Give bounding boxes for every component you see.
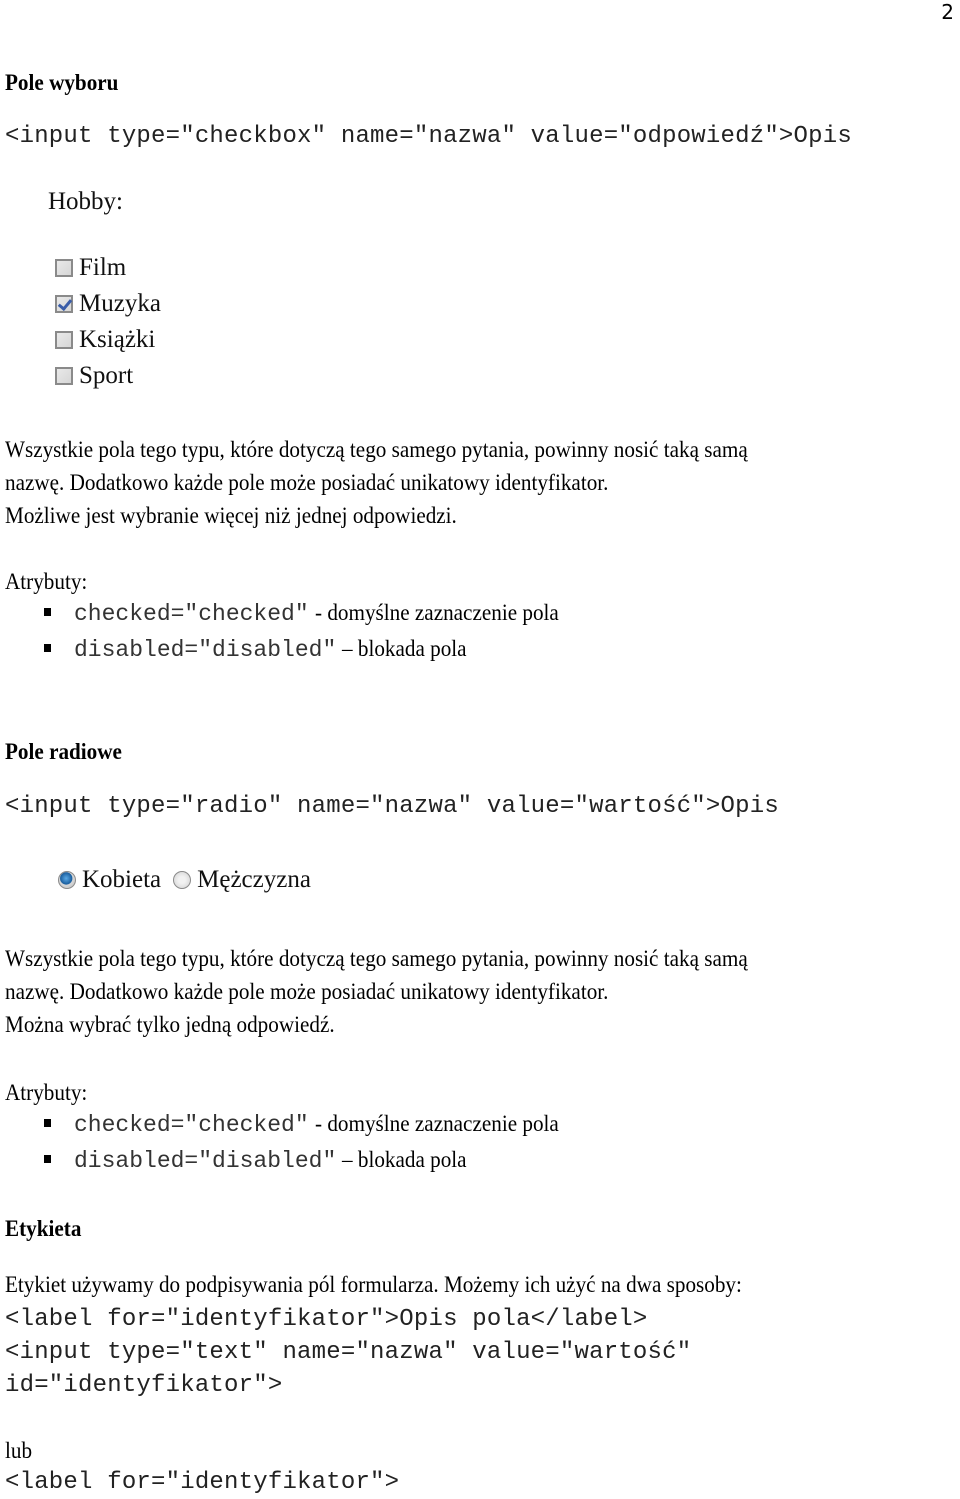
attribute-description: – blokada pola (342, 636, 467, 661)
or-text: lub (5, 1438, 33, 1463)
checkbox-item-cut-off (55, 394, 295, 400)
section-heading-label: Etykieta (5, 1216, 82, 1241)
code-line: id="identyfikator"> (5, 1372, 283, 1399)
checkbox-unchecked-icon[interactable] (55, 367, 73, 385)
attribute-code: disabled="disabled" (74, 1148, 337, 1174)
attribute-code: disabled="disabled" (74, 637, 337, 663)
attribute-description: – blokada pola (342, 1147, 467, 1172)
bullet-square-icon (44, 608, 51, 616)
code-line: <input type="text" name="nazwa" value="w… (5, 1339, 692, 1366)
paragraph-line: Można wybrać tylko jedną odpowiedź. (5, 1012, 335, 1037)
radio-unselected-icon[interactable] (173, 871, 192, 889)
label-code-block: <label for="identyfikator">Opis pola</la… (5, 1303, 691, 1402)
radio-label-mezczyzna[interactable]: Mężczyzna (197, 866, 311, 894)
paragraph-line: nazwę. Dodatkowo każde pole może posiada… (5, 470, 609, 495)
section-heading-radio: Pole radiowe (5, 739, 122, 764)
paragraph-line: Wszystkie pola tego typu, które dotyczą … (5, 946, 748, 971)
checkbox-checked-icon[interactable] (55, 295, 73, 313)
paragraph-line: nazwę. Dodatkowo każde pole może posiada… (5, 979, 609, 1004)
paragraph-line: Wszystkie pola tego typu, które dotyczą … (5, 437, 748, 462)
attributes-label: Atrybuty: (5, 1080, 88, 1105)
page-number: 2 (941, 0, 954, 24)
radio-description: Wszystkie pola tego typu, które dotyczą … (5, 942, 748, 1041)
attribute-item: disabled="disabled" – blokada pola (0, 1147, 580, 1183)
checkbox-label: Sport (79, 362, 134, 389)
radio-attributes-list: checked="checked" - domyślne zaznaczenie… (0, 1111, 580, 1183)
attribute-code: checked="checked" (74, 1112, 309, 1138)
attribute-code: checked="checked" (74, 601, 309, 627)
section-heading-checkbox: Pole wyboru (5, 70, 119, 95)
attribute-description: - domyślne zaznaczenie pola (314, 1111, 559, 1136)
checkbox-unchecked-icon[interactable] (55, 331, 73, 349)
bullet-square-icon (44, 1119, 51, 1127)
radio-selected-icon[interactable] (58, 871, 76, 889)
checkbox-item-sport[interactable]: Sport (55, 358, 295, 394)
checkbox-attributes-list: checked="checked" - domyślne zaznaczenie… (0, 600, 580, 672)
checkbox-item-muzyka[interactable]: Muzyka (55, 286, 295, 322)
hobby-checkbox-list: Film Muzyka Książki Sport (55, 250, 295, 400)
radio-label-kobieta[interactable]: Kobieta (82, 866, 161, 894)
checkbox-item-film[interactable]: Film (55, 250, 295, 286)
checkbox-unchecked-icon[interactable] (55, 259, 73, 277)
attribute-item: checked="checked" - domyślne zaznaczenie… (0, 600, 580, 636)
checkbox-label: Muzyka (79, 290, 161, 317)
label-code-tail: <label for="identyfikator"> (5, 1469, 400, 1496)
attribute-item: disabled="disabled" – blokada pola (0, 636, 580, 672)
checkbox-description: Wszystkie pola tego typu, które dotyczą … (5, 433, 748, 532)
bullet-square-icon (44, 1155, 51, 1163)
attribute-item: checked="checked" - domyślne zaznaczenie… (0, 1111, 580, 1147)
attributes-label: Atrybuty: (5, 569, 88, 594)
bullet-square-icon (44, 644, 51, 652)
hobby-title: Hobby: (48, 188, 123, 215)
attribute-description: - domyślne zaznaczenie pola (314, 600, 559, 625)
checkbox-label: Film (79, 254, 127, 281)
checkbox-label: Książki (79, 326, 156, 353)
paragraph-line: Możliwe jest wybranie więcej niż jednej … (5, 503, 457, 528)
label-intro: Etykiet używamy do podpisywania pól form… (5, 1272, 742, 1297)
code-line: <label for="identyfikator">Opis pola</la… (5, 1306, 648, 1333)
gender-radio-group: Kobieta Mężczyzna (58, 866, 323, 894)
checkbox-code-sample: <input type="checkbox" name="nazwa" valu… (5, 123, 852, 150)
radio-code-sample: <input type="radio" name="nazwa" value="… (5, 793, 779, 820)
checkbox-item-ksiazki[interactable]: Książki (55, 322, 295, 358)
